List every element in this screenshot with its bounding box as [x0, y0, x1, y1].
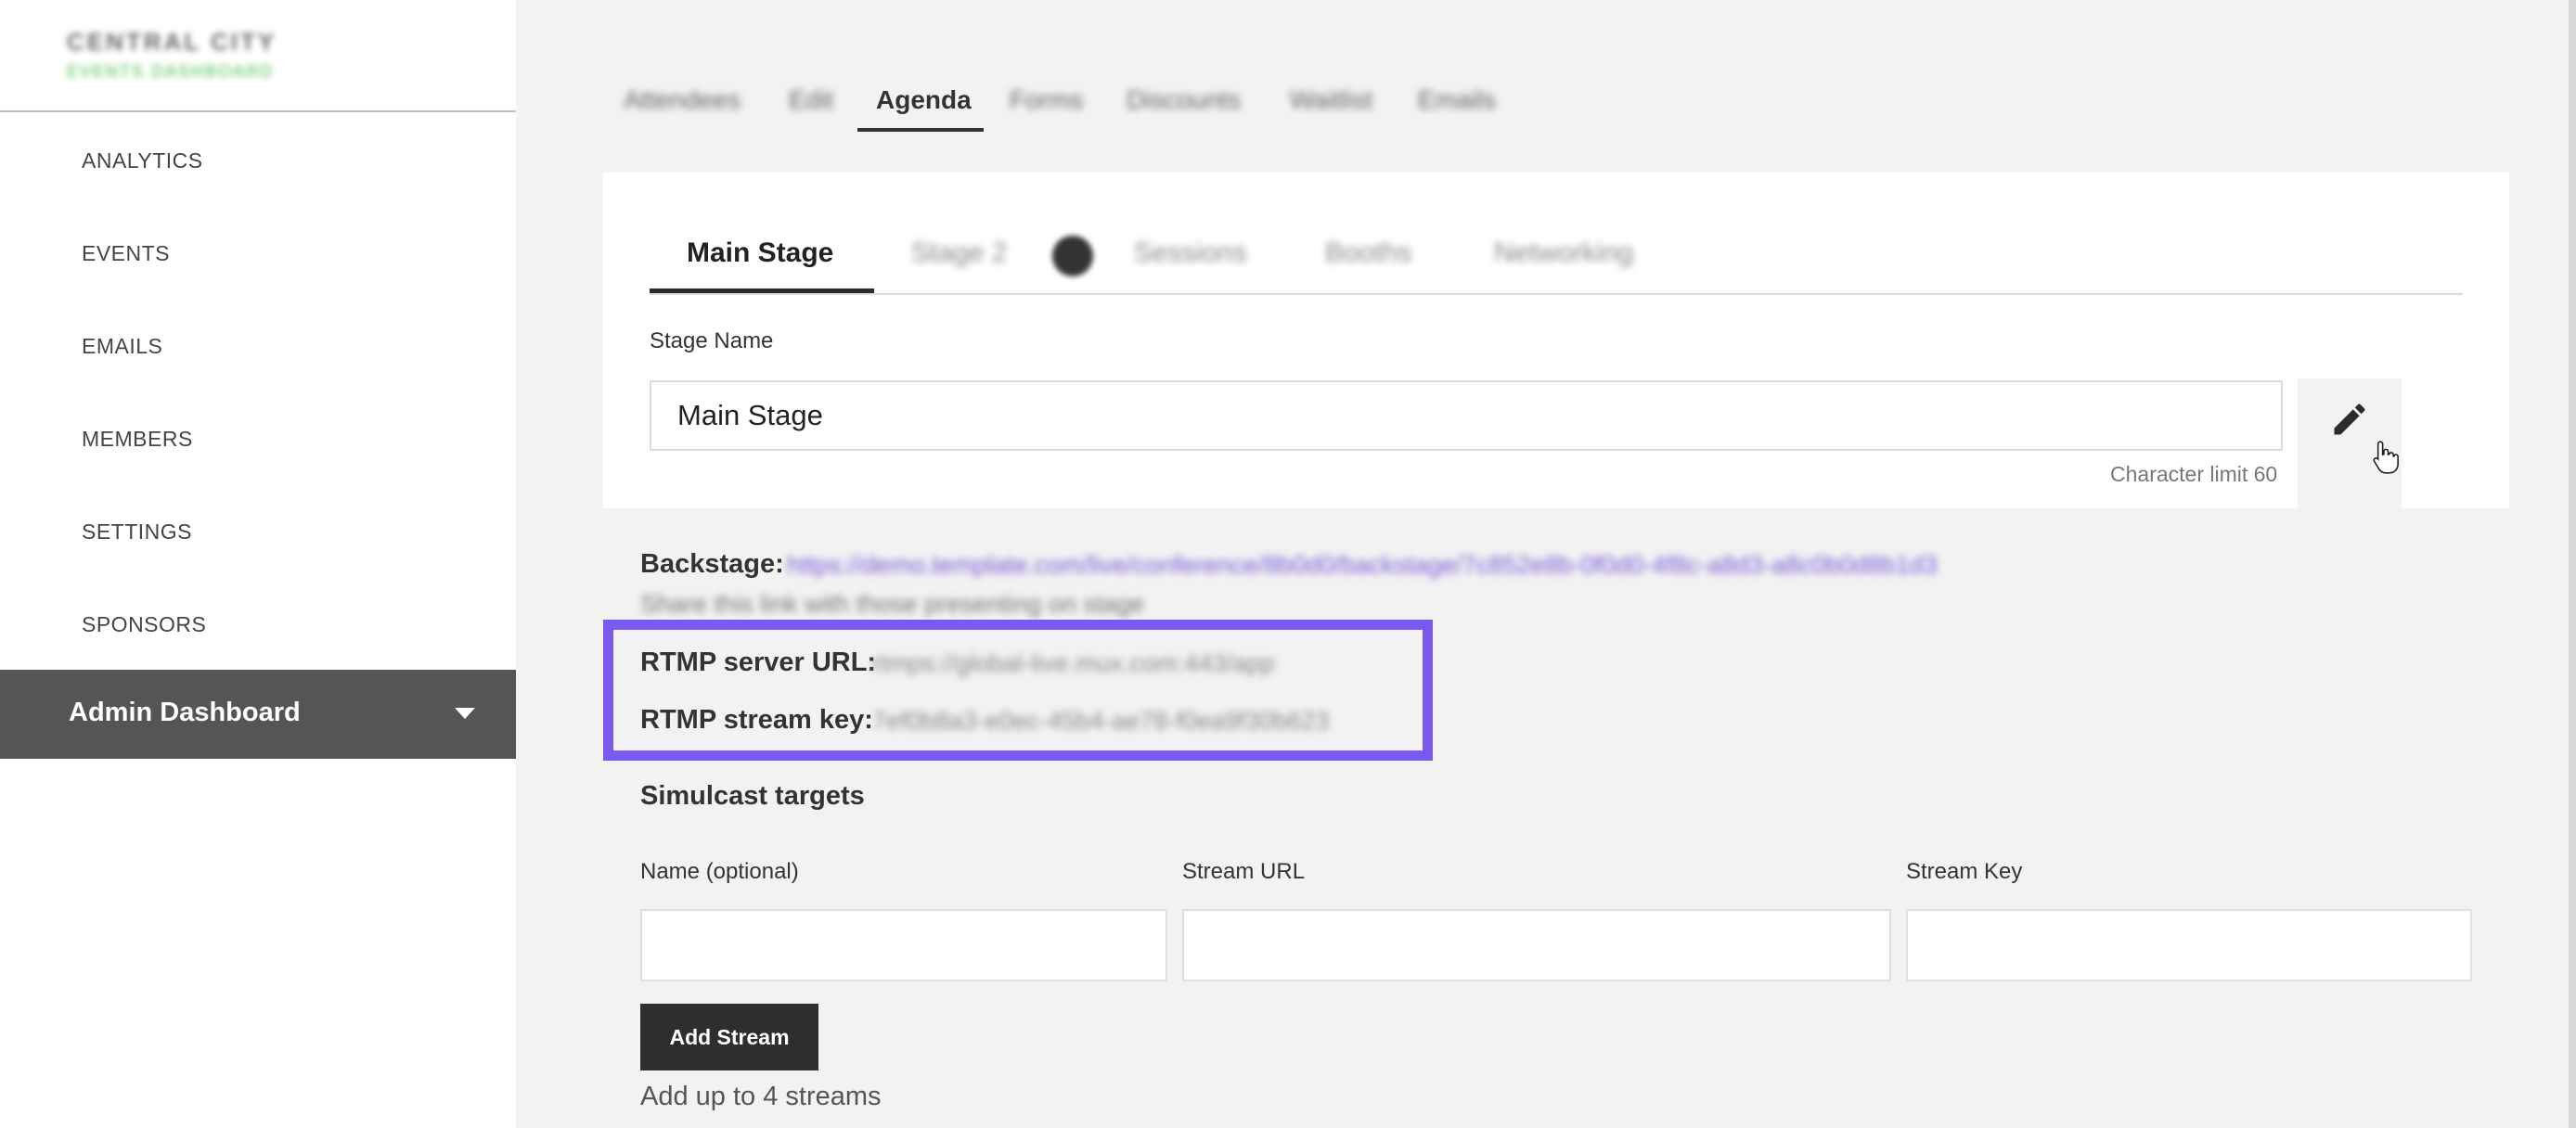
backstage-link[interactable]: https://demo.template.com/live/conferenc… — [787, 551, 1938, 580]
admin-dashboard-label: Admin Dashboard — [69, 698, 301, 727]
sidebar-divider — [0, 110, 516, 112]
simulcast-name-label: Name (optional) — [640, 859, 799, 884]
rtmp-stream-key-value: 7ef0b8a3-e0ec-45b4-ae78-f0ea9f30b623 — [872, 707, 1330, 735]
sidebar: CENTRAL CITY EVENTS DASHBOARD ANALYTICS … — [0, 0, 516, 1128]
sidebar-item-settings[interactable]: SETTINGS — [82, 519, 192, 545]
simulcast-key-label: Stream Key — [1906, 859, 2023, 884]
logo-subtitle: EVENTS DASHBOARD — [67, 62, 275, 81]
tab-agenda[interactable]: Agenda — [876, 85, 972, 115]
stage-tab-networking[interactable]: Networking — [1494, 237, 1633, 269]
stage-tab-stage-2[interactable]: Stage 2 — [911, 237, 1007, 269]
tab-attendees[interactable]: Attendees — [624, 85, 741, 115]
rtmp-server-label: RTMP server URL: — [640, 647, 877, 677]
tab-emails[interactable]: Emails — [1418, 85, 1496, 115]
backstage-note: Share this link with those presenting on… — [640, 590, 1145, 618]
stage-name-label: Stage Name — [650, 328, 774, 353]
stage-tab-booths[interactable]: Booths — [1325, 237, 1411, 269]
active-stage-indicator — [650, 288, 874, 293]
tab-discounts[interactable]: Discounts — [1127, 85, 1241, 115]
admin-dashboard-dropdown[interactable]: Admin Dashboard — [0, 670, 516, 759]
pencil-icon — [2334, 404, 2365, 435]
stage-tabs-divider — [650, 293, 2463, 295]
add-stream-button[interactable]: Add Stream — [640, 1004, 818, 1070]
hand-cursor-icon — [2373, 441, 2399, 474]
stage-tab-main-stage[interactable]: Main Stage — [687, 237, 833, 269]
sidebar-item-analytics[interactable]: ANALYTICS — [82, 148, 203, 173]
simulcast-name-input[interactable] — [640, 909, 1167, 981]
rtmp-server-value: rtmps://global-live.mux.com:443/app — [872, 649, 1275, 677]
simulcast-url-input[interactable] — [1182, 909, 1891, 981]
stage-name-input[interactable] — [650, 380, 2283, 451]
rtmp-stream-key-label: RTMP stream key: — [640, 705, 873, 735]
sidebar-item-emails[interactable]: EMAILS — [82, 334, 162, 359]
logo-title: CENTRAL CITY — [67, 28, 277, 56]
stage-tab-sessions[interactable]: Sessions — [1134, 237, 1247, 269]
streams-limit-hint: Add up to 4 streams — [640, 1082, 882, 1111]
sidebar-item-sponsors[interactable]: SPONSORS — [82, 612, 206, 637]
active-tab-indicator — [857, 128, 984, 132]
sidebar-item-events[interactable]: EVENTS — [82, 241, 170, 266]
tab-waitlist[interactable]: Waitlist — [1290, 85, 1372, 115]
logo[interactable]: CENTRAL CITY EVENTS DASHBOARD — [67, 28, 277, 82]
simulcast-title: Simulcast targets — [640, 781, 865, 811]
stage-avatar-icon — [1052, 236, 1093, 276]
simulcast-key-input[interactable] — [1906, 909, 2472, 981]
caret-down-icon — [455, 708, 475, 719]
tab-edit[interactable]: Edit — [789, 85, 833, 115]
sidebar-item-members[interactable]: MEMBERS — [82, 427, 193, 452]
character-limit-hint: Character limit 60 — [2110, 462, 2278, 486]
simulcast-url-label: Stream URL — [1182, 859, 1306, 884]
tab-forms[interactable]: Forms — [1010, 85, 1083, 115]
stage-settings-card — [603, 173, 2509, 508]
rtmp-highlight-box — [603, 620, 1433, 761]
backstage-label: Backstage: — [640, 549, 784, 579]
page-scrollbar[interactable] — [2569, 0, 2576, 1128]
